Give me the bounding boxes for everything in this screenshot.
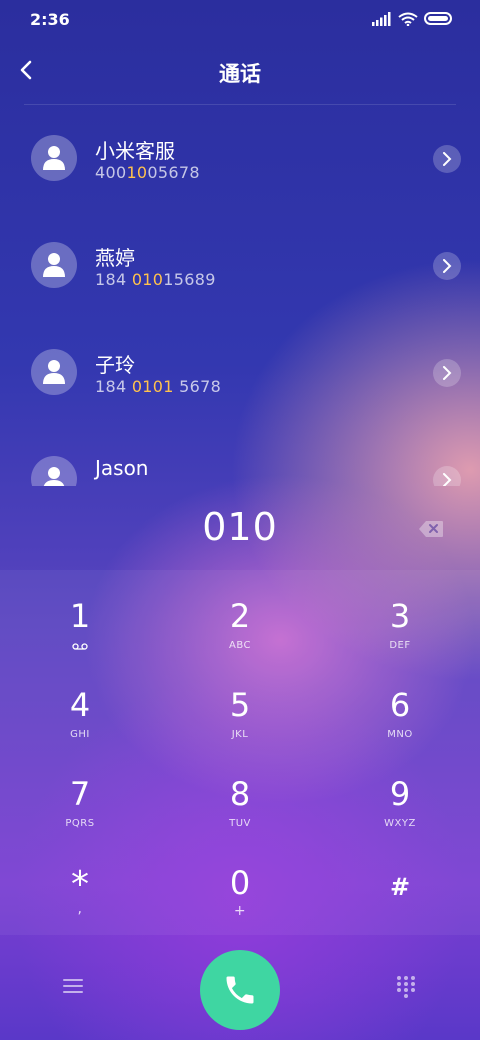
key-digit: 9 bbox=[389, 775, 411, 813]
person-icon bbox=[43, 467, 65, 486]
signal-icon bbox=[372, 12, 391, 26]
battery-icon bbox=[424, 12, 452, 25]
key-letters: GHI bbox=[70, 729, 90, 740]
contact-list: 小米客服 4001005678 燕婷 184 01015689 子玲 184 0… bbox=[0, 110, 480, 486]
chevron-right-icon bbox=[443, 152, 452, 166]
key-digit: 2 bbox=[229, 597, 251, 635]
key-digit: 5 bbox=[229, 686, 251, 724]
contact-number: 184 0101 5678 bbox=[95, 377, 222, 396]
key-digit: 0 bbox=[229, 864, 251, 902]
contact-number: 4001005678 bbox=[95, 163, 200, 182]
status-bar: 2:36 bbox=[0, 0, 480, 40]
backspace-icon[interactable] bbox=[418, 520, 444, 538]
key-digit: 4 bbox=[69, 686, 91, 724]
avatar bbox=[31, 242, 77, 288]
key-letters: MNO bbox=[387, 729, 413, 740]
number-match: 0101 bbox=[131, 377, 174, 396]
key-3[interactable]: 3 DEF bbox=[320, 570, 480, 659]
person-icon bbox=[43, 253, 65, 277]
bottom-bar bbox=[0, 935, 480, 1040]
key-8[interactable]: 8 TUV bbox=[160, 748, 320, 837]
key-letters: DEF bbox=[389, 640, 411, 651]
key-digit: 3 bbox=[389, 597, 411, 635]
contact-name: 小米客服 bbox=[95, 139, 175, 163]
chevron-right-icon bbox=[443, 473, 452, 486]
chevron-right-icon bbox=[443, 366, 452, 380]
chevron-right-icon bbox=[443, 259, 452, 273]
contact-row[interactable]: Jason bbox=[0, 431, 480, 486]
dial-input[interactable]: 010 bbox=[0, 505, 480, 549]
key-digit: # bbox=[389, 873, 411, 901]
keypad-icon[interactable] bbox=[396, 975, 416, 999]
status-time: 2:36 bbox=[30, 10, 70, 29]
number-match: 10 bbox=[126, 163, 148, 182]
page-title: 通话 bbox=[219, 62, 261, 86]
key-9[interactable]: 9 WXYZ bbox=[320, 748, 480, 837]
key-4[interactable]: 4 GHI bbox=[0, 659, 160, 748]
contact-detail-button[interactable] bbox=[433, 466, 461, 486]
voicemail-icon bbox=[72, 643, 88, 650]
key-0[interactable]: 0 + bbox=[160, 837, 320, 926]
header-divider bbox=[24, 104, 456, 105]
key-1[interactable]: 1 bbox=[0, 570, 160, 659]
avatar bbox=[31, 349, 77, 395]
dial-pad: 1 2 ABC 3 DEF 4 GHI 5 JKL 6 MNO 7 PQRS 8… bbox=[0, 570, 480, 935]
person-icon bbox=[43, 360, 65, 384]
key-digit: 6 bbox=[389, 686, 411, 724]
key-letters: WXYZ bbox=[384, 818, 416, 829]
key-letters: , bbox=[77, 901, 83, 917]
key-5[interactable]: 5 JKL bbox=[160, 659, 320, 748]
key-2[interactable]: 2 ABC bbox=[160, 570, 320, 659]
contact-detail-button[interactable] bbox=[433, 252, 461, 280]
key-letters: + bbox=[233, 903, 247, 919]
contact-row[interactable]: 燕婷 184 01015689 bbox=[0, 217, 480, 324]
phone-icon bbox=[226, 976, 254, 1004]
key-letters: PQRS bbox=[65, 818, 95, 829]
header: 通话 bbox=[0, 48, 480, 100]
key-letters: ABC bbox=[228, 640, 251, 651]
avatar bbox=[31, 135, 77, 181]
key-digit: 7 bbox=[69, 775, 91, 813]
key-digit: 1 bbox=[69, 597, 91, 635]
contact-number: 184 01015689 bbox=[95, 270, 216, 289]
contact-detail-button[interactable] bbox=[433, 359, 461, 387]
key-hash[interactable]: # bbox=[320, 837, 480, 926]
person-icon bbox=[43, 146, 65, 170]
key-6[interactable]: 6 MNO bbox=[320, 659, 480, 748]
key-letters: JKL bbox=[231, 729, 249, 740]
number-match: 010 bbox=[131, 270, 164, 289]
key-digit: 8 bbox=[229, 775, 251, 813]
key-7[interactable]: 7 PQRS bbox=[0, 748, 160, 837]
contact-row[interactable]: 小米客服 4001005678 bbox=[0, 110, 480, 217]
wifi-icon bbox=[398, 12, 418, 26]
contact-name: Jason bbox=[95, 456, 149, 480]
avatar bbox=[31, 456, 77, 486]
contact-detail-button[interactable] bbox=[433, 145, 461, 173]
contact-name: 燕婷 bbox=[95, 246, 135, 270]
key-star[interactable]: * , bbox=[0, 837, 160, 926]
call-button[interactable] bbox=[200, 950, 280, 1030]
contact-row[interactable]: 子玲 184 0101 5678 bbox=[0, 324, 480, 431]
key-letters: TUV bbox=[229, 818, 251, 829]
menu-icon[interactable] bbox=[62, 976, 84, 996]
key-digit: * bbox=[71, 864, 89, 905]
contact-name: 子玲 bbox=[95, 353, 135, 377]
